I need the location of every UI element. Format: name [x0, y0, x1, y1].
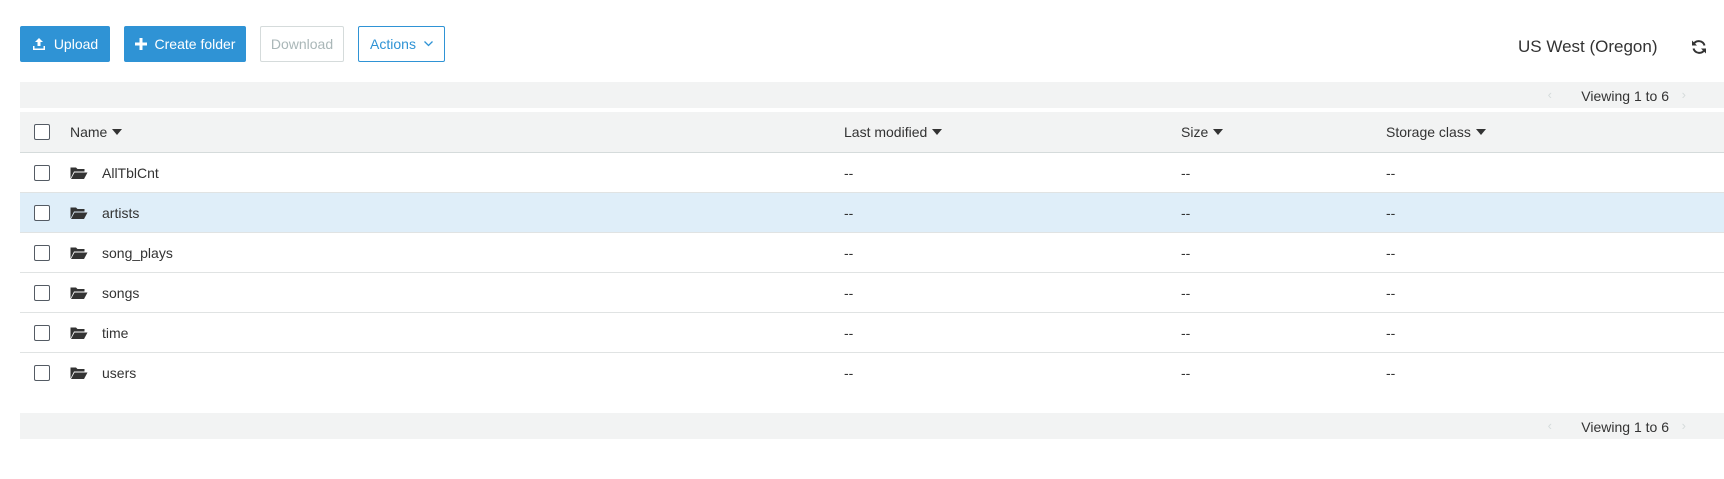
- folder-name-link[interactable]: song_plays: [102, 245, 173, 261]
- objects-table: Name Last modified Size Storage class Al…: [20, 112, 1724, 393]
- folder-open-icon: [70, 166, 88, 180]
- folder-open-icon: [70, 206, 88, 220]
- storage-class-cell: --: [1386, 365, 1396, 381]
- name-cell: AllTblCnt: [70, 153, 159, 192]
- last-modified-cell: --: [844, 324, 854, 341]
- folder-name-link[interactable]: AllTblCnt: [102, 165, 159, 181]
- pager-bottom: ‹ Viewing 1 to 6 ›: [20, 413, 1724, 439]
- upload-icon: [32, 37, 46, 51]
- name-cell: time: [70, 313, 128, 352]
- size-cell: --: [1181, 365, 1191, 381]
- row-checkbox[interactable]: [34, 365, 50, 381]
- region-label: US West (Oregon): [1518, 37, 1658, 56]
- last-modified-cell: --: [844, 204, 854, 221]
- table-row[interactable]: songs -- -- --: [20, 273, 1724, 313]
- create-folder-button[interactable]: Create folder: [124, 26, 246, 62]
- header-name[interactable]: Name: [70, 112, 123, 152]
- row-checkbox[interactable]: [34, 284, 50, 301]
- folder-open-icon: [70, 326, 88, 340]
- header-size[interactable]: Size: [1181, 112, 1224, 152]
- size-cell: --: [1181, 244, 1191, 261]
- pager-bottom-text: Viewing 1 to 6: [1581, 419, 1669, 435]
- row-checkbox[interactable]: [34, 164, 50, 181]
- caret-down-icon: [1213, 129, 1224, 135]
- folder-name-link[interactable]: time: [102, 325, 128, 341]
- storage-class-cell: --: [1386, 324, 1396, 341]
- chevron-down-icon: [423, 41, 433, 47]
- folder-name-link[interactable]: artists: [102, 205, 139, 221]
- last-modified-cell: --: [844, 284, 854, 301]
- upload-button[interactable]: Upload: [20, 26, 110, 62]
- actions-label: Actions: [370, 36, 416, 52]
- folder-name-link[interactable]: users: [102, 365, 136, 381]
- pager-top-text: Viewing 1 to 6: [1581, 88, 1669, 104]
- select-all-checkbox[interactable]: [34, 124, 50, 140]
- table-row[interactable]: users -- -- --: [20, 353, 1724, 393]
- storage-class-cell: --: [1386, 164, 1396, 181]
- folder-open-icon: [70, 246, 88, 260]
- table-row[interactable]: AllTblCnt -- -- --: [20, 153, 1724, 193]
- prev-page-icon[interactable]: ‹: [1548, 418, 1552, 433]
- name-cell: users: [70, 353, 136, 393]
- header-last-modified-label: Last modified: [844, 124, 928, 140]
- next-page-icon[interactable]: ›: [1682, 418, 1686, 433]
- caret-down-icon: [112, 129, 123, 135]
- row-checkbox[interactable]: [34, 204, 50, 221]
- download-label: Download: [270, 36, 334, 52]
- storage-class-cell: --: [1386, 244, 1396, 261]
- size-cell: --: [1181, 164, 1191, 181]
- size-cell: --: [1181, 324, 1191, 341]
- create-folder-label: Create folder: [154, 36, 236, 52]
- download-button[interactable]: Download: [260, 26, 344, 62]
- upload-label: Upload: [53, 36, 99, 52]
- refresh-icon[interactable]: [1690, 38, 1708, 56]
- row-checkbox[interactable]: [34, 244, 50, 261]
- name-cell: song_plays: [70, 233, 173, 272]
- last-modified-cell: --: [844, 164, 854, 181]
- storage-class-cell: --: [1386, 204, 1396, 221]
- header-last-modified[interactable]: Last modified: [844, 112, 943, 152]
- name-cell: artists: [70, 193, 139, 232]
- prev-page-icon[interactable]: ‹: [1548, 87, 1552, 102]
- header-name-label: Name: [70, 124, 108, 140]
- table-row[interactable]: artists -- -- --: [20, 193, 1724, 233]
- next-page-icon[interactable]: ›: [1682, 87, 1686, 102]
- actions-dropdown-button[interactable]: Actions: [358, 26, 445, 62]
- size-cell: --: [1181, 284, 1191, 301]
- caret-down-icon: [932, 129, 943, 135]
- folder-open-icon: [70, 366, 88, 380]
- size-cell: --: [1181, 204, 1191, 221]
- last-modified-cell: --: [844, 365, 854, 381]
- pager-top: ‹ Viewing 1 to 6 ›: [20, 82, 1724, 108]
- header-storage-class-label: Storage class: [1386, 124, 1471, 140]
- caret-down-icon: [1475, 129, 1486, 135]
- header-size-label: Size: [1181, 124, 1209, 140]
- last-modified-cell: --: [844, 244, 854, 261]
- folder-open-icon: [70, 286, 88, 300]
- header-storage-class[interactable]: Storage class: [1386, 112, 1486, 152]
- storage-class-cell: --: [1386, 284, 1396, 301]
- folder-name-link[interactable]: songs: [102, 285, 139, 301]
- plus-icon: [134, 38, 147, 50]
- table-row[interactable]: time -- -- --: [20, 313, 1724, 353]
- name-cell: songs: [70, 273, 139, 312]
- row-checkbox[interactable]: [34, 324, 50, 341]
- table-row[interactable]: song_plays -- -- --: [20, 233, 1724, 273]
- table-header: Name Last modified Size Storage class: [20, 112, 1724, 153]
